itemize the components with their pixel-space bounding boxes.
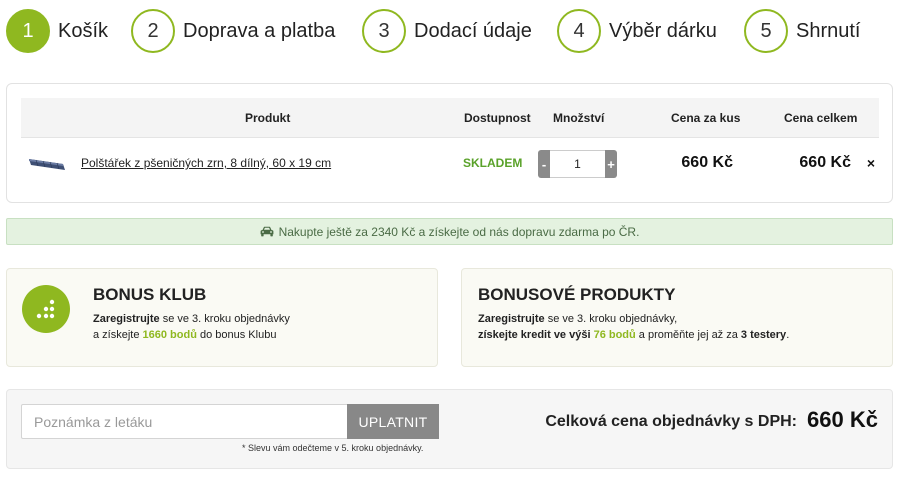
bonus-products-testers: 3 testery xyxy=(740,329,787,341)
availability-status: SKLADEM xyxy=(463,156,523,170)
remove-item-button[interactable]: × xyxy=(867,155,875,171)
bonus-products-line2-mid: a proměňte jej až za xyxy=(635,329,741,341)
unit-price: 660 Kč xyxy=(681,154,733,171)
step-label: Doprava a platba xyxy=(183,19,336,42)
quantity-stepper: - + xyxy=(538,150,617,178)
register-emphasis[interactable]: Zaregistrujte xyxy=(93,313,160,325)
step-label: Dodací údaje xyxy=(414,19,532,42)
order-total-label: Celková cena objednávky s DPH: xyxy=(545,413,797,430)
bonus-products-line2: získejte kredit ve výši 76 bodů a proměň… xyxy=(478,329,789,341)
step-number: 3 xyxy=(362,9,406,53)
quantity-input[interactable] xyxy=(550,150,605,178)
step-shipping-payment[interactable]: 2 Doprava a platba xyxy=(131,9,335,53)
step-gift-selection[interactable]: 4 Výběr dárku xyxy=(557,9,717,53)
bonus-products-title: BONUSOVÉ PRODUKTY xyxy=(478,285,676,304)
bonus-dots-icon xyxy=(22,285,70,333)
bonus-klub-line2-pre: a získejte xyxy=(93,329,143,341)
checkout-steps: 1 Košík 2 Doprava a platba 3 Dodací údaj… xyxy=(6,9,896,53)
step-number: 2 xyxy=(131,9,175,53)
step-cart[interactable]: 1 Košík xyxy=(6,9,108,53)
step-label: Košík xyxy=(58,19,109,42)
header-total-price: Cena celkem xyxy=(784,111,858,125)
discount-note: * Slevu vám odečteme v 5. kroku objednáv… xyxy=(242,443,424,453)
header-availability: Dostupnost xyxy=(464,111,531,125)
total-price: 660 Kč xyxy=(799,154,851,171)
order-total-value: 660 Kč xyxy=(807,407,878,432)
apply-button[interactable]: UPLATNIT xyxy=(347,404,439,439)
bonus-klub-line2-post: do bonus Klubu xyxy=(196,329,277,341)
step-label: Výběr dárku xyxy=(609,19,717,42)
step-number: 1 xyxy=(6,9,50,53)
free-shipping-text: Nakupte ještě za 2340 Kč a získejte od n… xyxy=(278,224,640,239)
step-number: 5 xyxy=(744,9,788,53)
free-shipping-banner: Nakupte ještě za 2340 Kč a získejte od n… xyxy=(6,218,893,245)
bonus-products-line1: Zaregistrujte se ve 3. kroku objednávky, xyxy=(478,313,677,325)
bonus-products-line1-text: se ve 3. kroku objednávky, xyxy=(544,313,678,325)
header-product: Produkt xyxy=(245,111,291,125)
leaflet-note-input[interactable] xyxy=(21,404,348,439)
table-row: Polštářek z pšeničných zrn, 8 dílný, 60 … xyxy=(21,138,879,192)
quantity-increase-button[interactable]: + xyxy=(605,150,617,178)
product-name-link[interactable]: Polštářek z pšeničných zrn, 8 dílný, 60 … xyxy=(81,156,331,170)
step-summary[interactable]: 5 Shrnutí xyxy=(744,9,860,53)
step-label: Shrnutí xyxy=(796,19,861,42)
cart-table-header: Produkt Dostupnost Množství Cena za kus … xyxy=(21,98,879,138)
car-icon xyxy=(260,226,273,237)
bonus-klub-points: 1660 bodů xyxy=(142,329,197,341)
register-emphasis[interactable]: Zaregistrujte xyxy=(478,313,545,325)
cart-table: Produkt Dostupnost Množství Cena za kus … xyxy=(6,83,893,203)
bonus-products-credit: získejte kredit ve výši xyxy=(478,329,594,341)
header-unit-price: Cena za kus xyxy=(671,111,741,125)
header-quantity: Množství xyxy=(553,111,605,125)
bonus-klub-line2: a získejte 1660 bodů do bonus Klubu xyxy=(93,329,276,341)
bonus-products-points: 76 bodů xyxy=(593,329,636,341)
bonus-klub-line1: Zaregistrujte se ve 3. kroku objednávky xyxy=(93,313,290,325)
bonus-klub-box: BONUS KLUB Zaregistrujte se ve 3. kroku … xyxy=(6,268,438,367)
bonus-products-box: BONUSOVÉ PRODUKTY Zaregistrujte se ve 3.… xyxy=(461,268,893,367)
bonus-klub-line1-text: se ve 3. kroku objednávky xyxy=(159,313,290,325)
step-number: 4 xyxy=(557,9,601,53)
order-summary-bar: UPLATNIT * Slevu vám odečteme v 5. kroku… xyxy=(6,389,893,469)
bonus-products-line2-end: . xyxy=(786,329,790,341)
step-delivery-details[interactable]: 3 Dodací údaje xyxy=(362,9,532,53)
bonus-klub-title: BONUS KLUB xyxy=(93,285,207,304)
product-thumbnail[interactable] xyxy=(27,155,67,173)
quantity-decrease-button[interactable]: - xyxy=(538,150,550,178)
